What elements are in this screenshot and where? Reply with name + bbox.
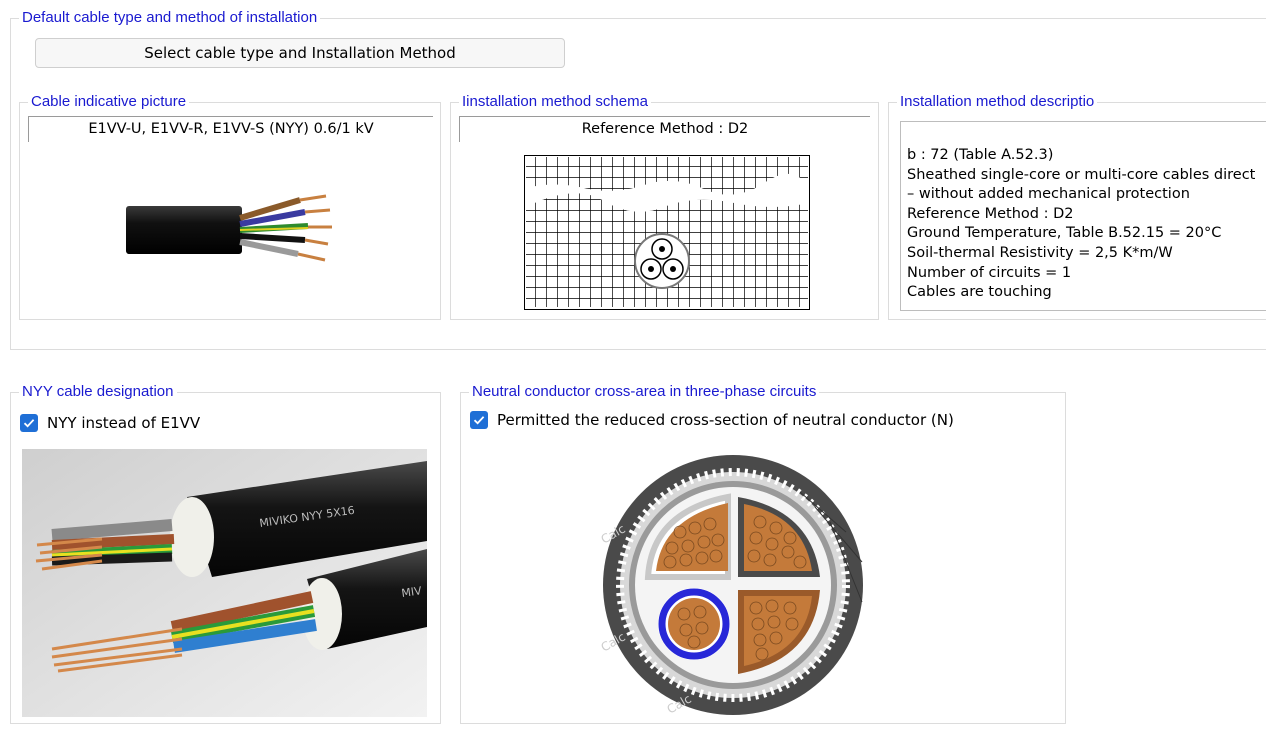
nyy-checkbox-label[interactable]: NYY instead of E1VV xyxy=(47,413,200,433)
check-icon xyxy=(23,419,35,428)
description-line: Ground Temperature, Table B.52.15 = 20°C xyxy=(907,225,1222,242)
description-line: Number of circuits = 1 xyxy=(907,264,1072,281)
nyy-checkbox[interactable] xyxy=(20,414,38,432)
description-line: Reference Method : D2 xyxy=(907,205,1074,222)
installation-schema-image xyxy=(523,154,811,315)
description-line: – without added mechanical protection xyxy=(907,186,1190,203)
select-cable-type-button[interactable]: Select cable type and Installation Metho… xyxy=(35,38,565,68)
description-line: Soil-thermal Resistivity = 2,5 K*m/W xyxy=(907,244,1173,261)
description-text: b : 72 (Table A.52.3) Sheathed single-co… xyxy=(900,121,1266,311)
nyy-group-title: NYY cable designation xyxy=(19,382,177,402)
default-cable-group-title: Default cable type and method of install… xyxy=(19,8,321,28)
schema-caption: Reference Method : D2 xyxy=(459,116,870,142)
cable-cross-section-image: Calc Calc Calc xyxy=(599,452,870,727)
description-line: Sheathed single-core or multi-core cable… xyxy=(907,166,1256,183)
neutral-checkbox-label[interactable]: Permitted the reduced cross-section of n… xyxy=(497,410,954,430)
description-line: b : 72 (Table A.52.3) xyxy=(907,147,1054,163)
neutral-checkbox[interactable] xyxy=(470,411,488,429)
description-line: Cables are touching xyxy=(907,284,1052,301)
schema-title: Iinstallation method schema xyxy=(459,92,651,112)
cable-picture-caption: E1VV-U, E1VV-R, E1VV-S (NYY) 0.6/1 kV xyxy=(28,116,433,142)
nyy-cable-photo: MIVIKO NYY 5X16 MIV xyxy=(22,449,427,722)
cable-picture-title: Cable indicative picture xyxy=(28,92,190,112)
neutral-group-title: Neutral conductor cross-area in three-ph… xyxy=(469,382,820,402)
description-title: Installation method descriptio xyxy=(897,92,1098,112)
check-icon xyxy=(473,416,485,425)
cable-indicative-image xyxy=(120,190,340,275)
